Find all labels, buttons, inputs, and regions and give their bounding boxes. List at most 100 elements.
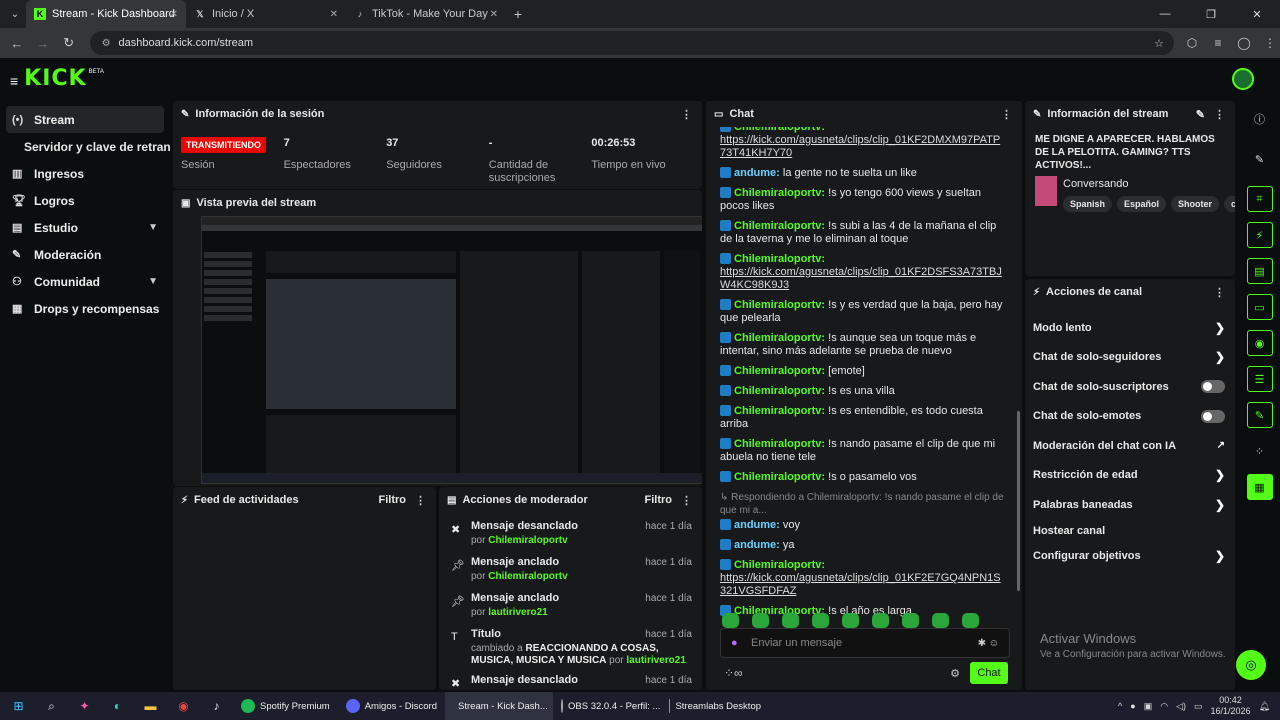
minimize-icon[interactable]: — xyxy=(1142,0,1188,28)
pencil-icon[interactable]: ✎ xyxy=(1196,108,1205,121)
channel-action-age-restriction[interactable]: Restricción de edad ❯ xyxy=(1025,461,1235,491)
url-field[interactable]: ⚙ dashboard.kick.com/stream ☆ xyxy=(89,31,1174,55)
new-tab-button[interactable]: + xyxy=(506,6,530,22)
extensions-icon[interactable]: ⬡ xyxy=(1182,36,1202,50)
volume-icon[interactable]: ◁) xyxy=(1176,701,1186,712)
channel-action-slow-mode[interactable]: Modo lento ❯ xyxy=(1025,313,1235,343)
chat-username[interactable]: Chilemiraloportv: xyxy=(734,127,825,133)
avatar[interactable] xyxy=(1232,68,1254,90)
taskbar-app-obs[interactable]: OBS 32.0.4 - Perfil: ... xyxy=(553,692,661,720)
more-icon[interactable]: ⋮ xyxy=(1214,286,1225,299)
tray-app-icon[interactable]: ▣ xyxy=(1144,701,1153,712)
chat-username[interactable]: Chilemiraloportv: xyxy=(734,405,825,417)
emote-icon[interactable] xyxy=(812,613,829,628)
emote-icon[interactable] xyxy=(782,613,799,628)
copilot-icon[interactable]: ✦ xyxy=(68,692,101,720)
chat-username[interactable]: Chilemiraloportv: xyxy=(734,299,825,311)
infinity-icon[interactable]: ⁘∞ xyxy=(724,666,743,680)
search-icon[interactable]: ⌕ xyxy=(35,692,68,720)
sidebar-item-drops[interactable]: ▦ Drops y recompensas xyxy=(0,295,170,322)
help-button[interactable]: ◎ xyxy=(1236,650,1266,680)
chat-link[interactable]: https://kick.com/agusneta/clips/clip_01K… xyxy=(720,572,1001,597)
emote-icon[interactable] xyxy=(842,613,859,628)
clock[interactable]: 00:42 16/1/2026 xyxy=(1211,695,1251,717)
list-icon[interactable]: ☰ xyxy=(1246,366,1273,392)
menu-icon[interactable]: ≡ xyxy=(10,71,18,91)
lightning-icon[interactable]: ⚡︎ xyxy=(1246,222,1273,248)
taskbar-app-chrome[interactable]: Stream - Kick Dash... xyxy=(445,692,554,720)
sidebar-item-estudio[interactable]: ▤ Estudio ▼ xyxy=(0,214,170,241)
more-icon[interactable]: ⋮ xyxy=(1214,108,1225,121)
toggle-switch[interactable] xyxy=(1201,380,1225,394)
sidebar-item-server-key[interactable]: Servidor y clave de retransmisión xyxy=(0,133,170,160)
chat-messages[interactable]: Chilemiraloportv: https://kick.com/agusn… xyxy=(706,127,1012,620)
mic-icon[interactable]: ● xyxy=(731,637,738,649)
windows-start-icon[interactable]: ⊞ xyxy=(2,692,35,720)
clapper-icon[interactable]: ▦ xyxy=(1246,474,1273,500)
wifi-icon[interactable]: ◠ xyxy=(1160,701,1168,712)
bookmark-star-icon[interactable]: ☆ xyxy=(1154,37,1164,50)
channel-action-goals[interactable]: Configurar objetivos ❯ xyxy=(1025,542,1235,572)
gear-icon[interactable]: ⚙ xyxy=(950,667,960,680)
action-user[interactable]: Chilemiraloportv xyxy=(488,535,567,546)
taskbar-app-streamlabs[interactable]: Streamlabs Desktop xyxy=(661,692,769,720)
emote-icon[interactable] xyxy=(932,613,949,628)
tag[interactable]: Español xyxy=(1117,196,1167,212)
tiktok-icon[interactable]: ♪ xyxy=(200,692,233,720)
site-info-icon[interactable]: ⚙ xyxy=(102,38,111,49)
stream-preview-video[interactable] xyxy=(201,216,702,484)
sidebar-item-stream[interactable]: (•) Stream xyxy=(6,106,164,133)
drops-icon[interactable]: ⁘ xyxy=(1247,438,1273,464)
channel-action-host[interactable]: Hostear canal xyxy=(1025,520,1235,542)
more-icon[interactable]: ⋮ xyxy=(681,494,692,507)
profile-icon[interactable]: ◯ xyxy=(1234,36,1254,50)
folder-icon[interactable]: ▬ xyxy=(134,692,167,720)
chat-username[interactable]: Chilemiraloportv: xyxy=(734,253,825,265)
chat-link[interactable]: https://kick.com/agusneta/clips/clip_01K… xyxy=(720,266,1002,291)
tag[interactable]: Spanish xyxy=(1063,196,1113,212)
chat-link[interactable]: https://kick.com/agusneta/clips/clip_01K… xyxy=(720,134,1000,159)
chat-send-button[interactable]: Chat xyxy=(970,662,1008,684)
chrome-icon[interactable]: ◉ xyxy=(167,692,200,720)
notification-bell-icon[interactable]: 🔔︎ xyxy=(1259,701,1270,712)
info-icon[interactable]: ⓘ xyxy=(1247,106,1273,132)
channel-action-ai-moderation[interactable]: Moderación del chat con IA ↗ xyxy=(1025,431,1235,461)
reload-icon[interactable]: ↻ xyxy=(56,35,82,51)
forward-icon[interactable]: → xyxy=(30,36,56,51)
chat-scrollbar[interactable] xyxy=(1017,411,1020,591)
battery-icon[interactable]: ▭ xyxy=(1194,701,1203,712)
action-user[interactable]: Chilemiraloportv xyxy=(488,571,567,582)
edge-icon[interactable]: ◐ xyxy=(101,692,134,720)
channel-action-followers-only[interactable]: Chat de solo-seguidores ❯ xyxy=(1025,343,1235,373)
kick-logo[interactable]: ≡ KICK BETA xyxy=(10,66,104,91)
tag[interactable]: chill xyxy=(1224,196,1235,212)
chat-username[interactable]: Chilemiraloportv: xyxy=(734,332,825,344)
close-icon[interactable]: ✕ xyxy=(490,9,498,20)
maximize-icon[interactable]: ❐ xyxy=(1188,0,1234,28)
taskbar-app-discord[interactable]: Amigos - Discord xyxy=(338,692,445,720)
sidebar-item-logros[interactable]: 🏆︎ Logros xyxy=(0,187,170,214)
pencil-icon[interactable]: ✎ xyxy=(1247,146,1273,172)
more-icon[interactable]: ⋮ xyxy=(1001,108,1012,121)
media-icon[interactable]: ≡ xyxy=(1208,36,1228,50)
toggle-switch[interactable] xyxy=(1201,409,1225,423)
chat-username[interactable]: Chilemiraloportv: xyxy=(734,559,825,571)
action-user[interactable]: lautirivero21 xyxy=(626,655,685,666)
sidebar-item-ingresos[interactable]: ▥ Ingresos xyxy=(0,160,170,187)
broadcast-icon[interactable]: ◉ xyxy=(1246,330,1273,356)
chat-username[interactable]: Chilemiraloportv: xyxy=(734,438,825,450)
emote-icon[interactable] xyxy=(752,613,769,628)
action-user[interactable]: lautirivero21 xyxy=(488,607,547,618)
tag[interactable]: Shooter xyxy=(1171,196,1220,212)
channel-action-banned-words[interactable]: Palabras baneadas ❯ xyxy=(1025,490,1235,520)
capture-icon[interactable]: ⌗ xyxy=(1246,186,1273,212)
wrench-icon[interactable]: ✎ xyxy=(1246,402,1273,428)
chat-username[interactable]: andume: xyxy=(734,167,780,179)
filter-button[interactable]: Filtro xyxy=(645,494,673,506)
mic-icon[interactable]: ● xyxy=(1130,701,1135,711)
close-icon[interactable]: ✕ xyxy=(170,9,178,20)
sidebar-item-comunidad[interactable]: ⚇ Comunidad ▼ xyxy=(0,268,170,295)
document-icon[interactable]: ▤ xyxy=(1246,258,1273,284)
emote-icon[interactable] xyxy=(902,613,919,628)
chat-username[interactable]: Chilemiraloportv: xyxy=(734,220,825,232)
